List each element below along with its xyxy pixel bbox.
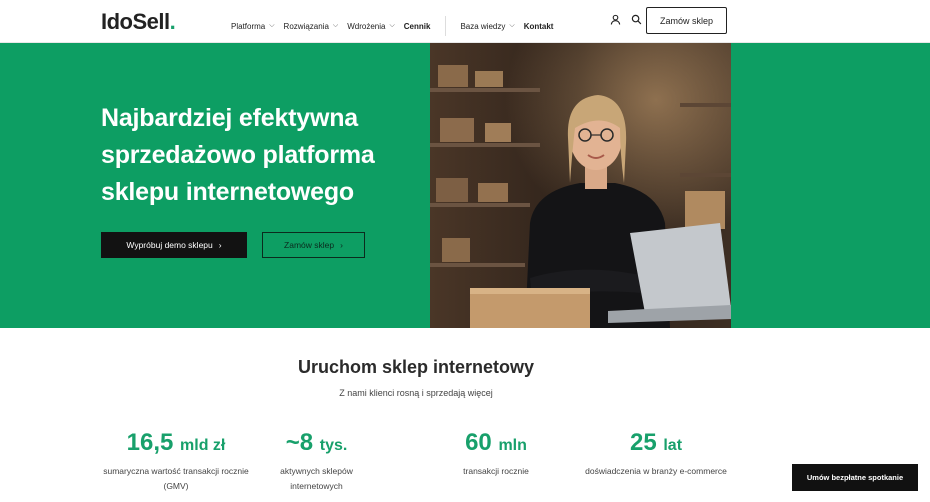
stat-number: 25 bbox=[629, 429, 657, 456]
book-meeting-button[interactable]: Umów bezpłatne spotkanie bbox=[792, 464, 918, 491]
user-icon[interactable] bbox=[610, 14, 621, 25]
chevron-down-icon: ⌵ bbox=[509, 22, 515, 29]
stat-gmv: 16,5 mld zł sumaryczna wartość transakcj… bbox=[101, 429, 251, 494]
chevron-down-icon: ⌵ bbox=[269, 22, 275, 29]
chevron-down-icon: ⌵ bbox=[332, 22, 339, 29]
stat-value: 60 mln bbox=[421, 429, 571, 460]
stat-number: 60 bbox=[465, 429, 492, 456]
search-icon[interactable] bbox=[631, 14, 642, 25]
menu-item-rozwiazania[interactable]: Rozwiązania ⌵ bbox=[284, 22, 339, 31]
try-demo-label: Wypróbuj demo sklepu bbox=[126, 240, 213, 250]
menu-item-cennik[interactable]: Cennik bbox=[404, 22, 431, 31]
menu-divider bbox=[445, 16, 447, 36]
stat-unit: mld zł bbox=[180, 437, 226, 454]
menu-item-baza-wiedzy[interactable]: Baza wiedzy ⌵ bbox=[460, 22, 514, 31]
stat-unit: mln bbox=[498, 437, 527, 454]
hero-title: Najbardziej efektywna sprzedażowo platfo… bbox=[101, 104, 375, 206]
stat-label: doświadczenia w branży e-commerce bbox=[585, 466, 727, 476]
stat-label: aktywnych sklepów internetowych bbox=[280, 466, 353, 491]
menu-item-label: Kontakt bbox=[523, 21, 554, 31]
hero-section: Najbardziej efektywna sprzedażowo platfo… bbox=[0, 43, 930, 328]
top-navbar: IdoSell. Platforma ⌵ Rozwiązania ⌵ Wdrożen… bbox=[0, 0, 930, 43]
chevron-right-icon: › bbox=[218, 240, 222, 250]
stat-value: 25 lat bbox=[584, 429, 728, 460]
hero-photo bbox=[430, 43, 731, 328]
menu-item-kontakt[interactable]: Kontakt bbox=[524, 22, 554, 31]
hero-order-label: Zamów sklep bbox=[284, 240, 335, 250]
main-menu: Platforma ⌵ Rozwiązania ⌵ Wdrożenia ⌵ Cenni… bbox=[231, 16, 562, 36]
hero-order-button[interactable]: Zamów sklep › bbox=[262, 232, 365, 258]
stat-unit: tys. bbox=[319, 437, 348, 454]
menu-item-platforma[interactable]: Platforma ⌵ bbox=[231, 22, 275, 31]
menu-item-label: Wdrożenia bbox=[347, 21, 386, 31]
stat-experience: 25 lat doświadczenia w branży e-commerce bbox=[584, 429, 728, 479]
stat-number: 16,5 bbox=[126, 429, 174, 456]
stat-value: 16,5 mld zł bbox=[101, 429, 251, 460]
section-title: Uruchom sklep internetowy bbox=[297, 357, 535, 377]
chevron-right-icon: › bbox=[340, 240, 343, 250]
try-demo-button[interactable]: Wypróbuj demo sklepu › bbox=[101, 232, 247, 258]
stat-value: ~8 tys. bbox=[254, 429, 379, 460]
stat-transactions: 60 mln transakcji rocznie bbox=[421, 429, 571, 479]
menu-item-label: Rozwiązania bbox=[283, 21, 329, 31]
logo-dot: . bbox=[169, 9, 176, 34]
menu-item-label: Baza wiedzy bbox=[460, 21, 506, 31]
menu-item-label: Cennik bbox=[403, 21, 431, 31]
logo-text: IdoSell bbox=[101, 9, 170, 34]
stat-label: sumaryczna wartość transakcji rocznie (G… bbox=[103, 466, 249, 491]
stat-number: ~8 bbox=[285, 429, 314, 456]
menu-item-wdrozenia[interactable]: Wdrożenia ⌵ bbox=[347, 22, 395, 31]
menu-item-label: Platforma bbox=[231, 21, 266, 31]
stat-unit: lat bbox=[663, 437, 683, 454]
order-shop-button[interactable]: Zamów sklep bbox=[646, 7, 727, 34]
stat-shops: ~8 tys. aktywnych sklepów internetowych bbox=[254, 429, 379, 494]
logo[interactable]: IdoSell. bbox=[101, 9, 176, 35]
chevron-down-icon: ⌵ bbox=[389, 22, 395, 29]
section-subtitle: Z nami klienci rosną i sprzedają więcej bbox=[339, 388, 493, 398]
stat-label: transakcji rocznie bbox=[463, 466, 529, 476]
nav-icons bbox=[610, 14, 642, 25]
